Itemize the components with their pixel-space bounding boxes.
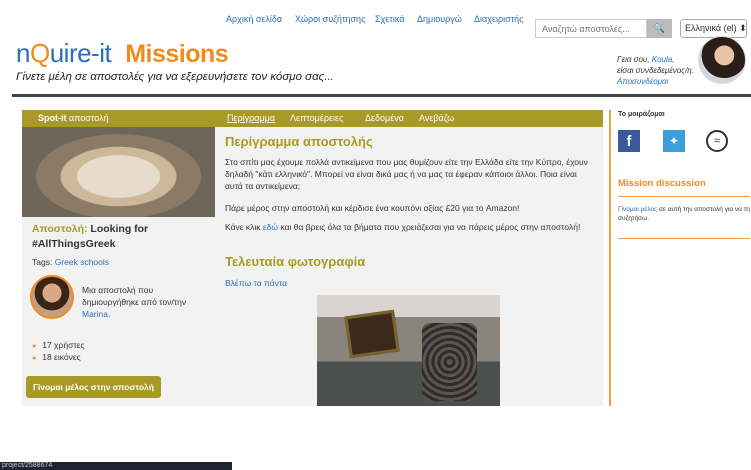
logo-text: uire-it [49, 38, 112, 68]
mission-title: Αποστολή: Looking for #AllThingsGreek [32, 222, 212, 252]
tag-link[interactable]: Greek schools [55, 257, 109, 267]
tab-outline[interactable]: Περίγραμμα [227, 113, 275, 123]
logo-n: n [16, 38, 30, 68]
mission-photo [22, 127, 215, 217]
stat-users: 17 χρήστες [32, 340, 84, 352]
header-divider [12, 94, 751, 97]
search-input[interactable] [535, 19, 647, 38]
user-avatar[interactable] [698, 36, 746, 84]
join-mission-button[interactable]: Γίνομαι μέλος στην αποστολή [26, 376, 161, 398]
greeting-prefix: Γεια σου, [617, 55, 652, 64]
site-tagline: Γίνετε μέλη σε αποστολές για να εξερευνή… [16, 71, 334, 83]
view-all-link[interactable]: Βλέπω τα πάντα [225, 278, 287, 288]
discussion-divider-top [618, 196, 750, 197]
outline-paragraph-3: Κάνε κλικ εδώ και θα βρεις όλα τα βήματα… [225, 221, 593, 233]
creator-info: Μια αποστολή που δημιουργήθηκε από τον/τ… [82, 284, 207, 320]
mission-panel: Spot-it αποστολή Περίγραμμα Λεπτομέρειες… [22, 110, 603, 406]
mission-type-label: Spot-it αποστολή [38, 113, 109, 123]
join-discussion-link[interactable]: Γίνομαι μέλος [618, 206, 657, 213]
site-logo[interactable]: nQuire-it Missions [16, 38, 229, 69]
discussion-text: Γίνομαι μέλος σε αυτή την αποστολή για ν… [618, 205, 751, 223]
status-bar-url: project/2588674 [0, 462, 232, 470]
right-sidebar: Το μοιράζομαι f ✦ ≈ Mission discussion Γ… [609, 110, 751, 406]
nav-about-link[interactable]: Σχετικά [375, 14, 404, 24]
creator-avatar[interactable] [30, 275, 74, 319]
facebook-icon[interactable]: f [618, 130, 640, 152]
nav-home-link[interactable]: Αρχική σελίδα [226, 14, 282, 24]
photo-lantern [422, 323, 477, 401]
para3-end: και θα βρεις όλα τα βήματα που χρειάζεσα… [278, 222, 581, 232]
creator-text: Μια αποστολή που δημιουργήθηκε από τον/τ… [82, 285, 187, 307]
tab-data[interactable]: Δεδομένα [365, 113, 404, 123]
tags-label: Tags: [32, 257, 55, 267]
photo-plaque [344, 309, 400, 359]
mission-type-text: αποστολή [66, 113, 109, 123]
nav-create-link[interactable]: Δημιουργώ [417, 14, 462, 24]
tab-details[interactable]: Λεπτομέρειες [290, 113, 343, 123]
nav-admin-link[interactable]: Διαχειριστής [474, 14, 524, 24]
twitter-icon[interactable]: ✦ [663, 130, 685, 152]
search-button[interactable]: 🔍 [647, 19, 672, 38]
logged-in-text: είσαι συνδεδεμένος/η. [617, 66, 694, 75]
share-heading: Το μοιράζομαι [618, 111, 665, 118]
other-share-icon[interactable]: ≈ [706, 130, 728, 152]
stat-images: 18 εικόνες [32, 352, 85, 364]
outline-paragraph-1: Στο σπίτι μας έχουμε πολλά αντικείμενα π… [225, 157, 588, 191]
search-icon: 🔍 [653, 23, 666, 33]
logout-link[interactable]: Αποσυνδέομαι [617, 77, 668, 86]
logo-missions: Missions [125, 40, 229, 68]
user-greeting: Γεια σου, Koula, είσαι συνδεδεμένος/η. Α… [617, 54, 694, 87]
latest-photo[interactable] [317, 295, 500, 406]
mission-title-prefix: Αποστολή: [32, 223, 88, 235]
mission-tags: Tags: Greek schools [32, 257, 109, 267]
creator-link[interactable]: Marina [82, 309, 108, 319]
nav-forums-link[interactable]: Χώροι συζήτησης [295, 14, 365, 24]
discussion-divider-bottom [618, 238, 750, 239]
para3-start: Κάνε κλικ [225, 222, 263, 232]
creator-end: . [107, 309, 111, 319]
greeting-suffix: , [672, 55, 675, 64]
language-select[interactable]: Ελληνικά (el) ⬍ [680, 19, 747, 38]
user-name-link[interactable]: Koula [652, 55, 672, 64]
discussion-heading: Mission discussion [618, 178, 706, 189]
here-link[interactable]: εδώ [263, 222, 278, 232]
outline-heading: Περίγραμμα αποστολής [225, 134, 373, 149]
latest-photo-heading: Τελευταία φωτογραφία [225, 254, 366, 269]
mission-bar: Spot-it αποστολή Περίγραμμα Λεπτομέρειες… [22, 110, 603, 127]
logo-q: Q [29, 38, 50, 68]
mission-type-bold: Spot-it [38, 113, 67, 123]
mission-stats: 17 χρήστες 18 εικόνες [32, 340, 85, 364]
outline-paragraph-2: Πάρε μέρος στην αποστολή και κέρδισε ένα… [225, 203, 520, 213]
tab-upload[interactable]: Ανεβάζω [419, 113, 454, 123]
top-navigation: Αρχική σελίδα Χώροι συζήτησης Σχετικά Δη… [0, 10, 751, 38]
